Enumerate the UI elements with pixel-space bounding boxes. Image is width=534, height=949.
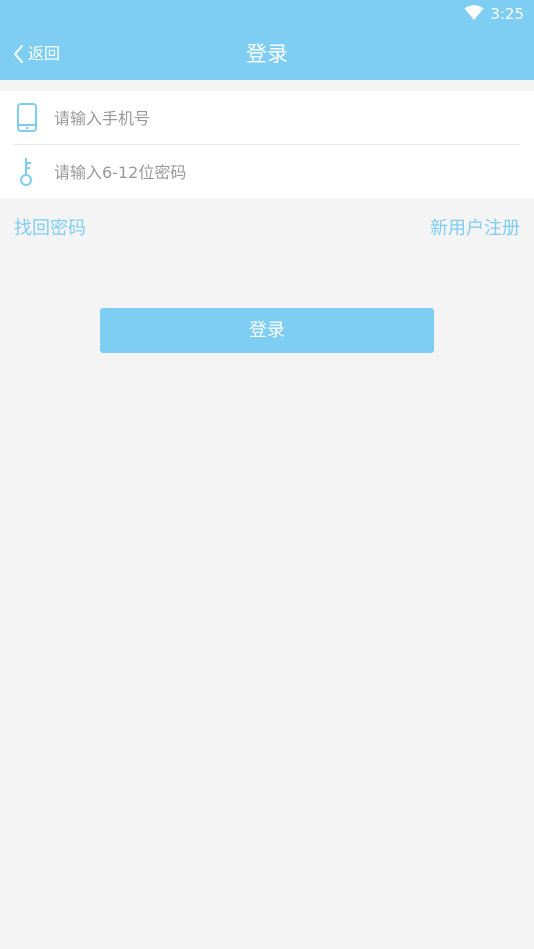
register-link[interactable]: 新用户注册 [430, 216, 520, 242]
forgot-password-link[interactable]: 找回密码 [14, 216, 86, 242]
key-icon [20, 158, 32, 186]
phone-input[interactable] [54, 103, 514, 133]
app-bar: 返回 登录 [0, 28, 534, 80]
login-form [0, 91, 534, 198]
status-bar: 3:25 [0, 0, 534, 28]
password-input[interactable] [54, 157, 514, 187]
password-row [0, 145, 534, 198]
wifi-icon [464, 5, 484, 20]
status-time: 3:25 [490, 5, 524, 23]
mobile-phone-icon [17, 103, 37, 132]
login-button[interactable]: 登录 [100, 308, 434, 353]
page-title: 登录 [246, 42, 288, 66]
phone-row [0, 91, 534, 144]
